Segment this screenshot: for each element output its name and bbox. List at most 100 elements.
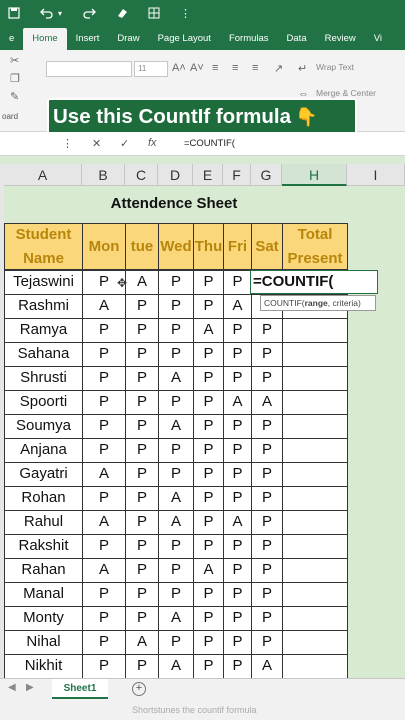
column-header-i[interactable]: I xyxy=(347,164,405,186)
table-row-name[interactable]: Soumya xyxy=(4,414,83,439)
prev-sheet-icon[interactable]: ◀ xyxy=(8,682,16,693)
table-cell-total[interactable] xyxy=(282,510,348,535)
merge-center-label[interactable]: Merge & Center xyxy=(316,88,376,98)
table-cell-sat[interactable]: P xyxy=(251,318,283,343)
table-cell-sat[interactable]: P xyxy=(251,630,283,655)
table-cell-thu[interactable]: A xyxy=(193,558,224,583)
table-cell-fri[interactable]: P xyxy=(223,438,252,463)
sheet-title[interactable]: Attendence Sheet xyxy=(4,188,344,220)
table-row-name[interactable]: Rakshit xyxy=(4,534,83,559)
table-cell-thu[interactable]: P xyxy=(193,606,224,631)
table-cell-fri[interactable]: P xyxy=(223,606,252,631)
tab-page-layout[interactable]: Page Layout xyxy=(149,28,220,50)
table-cell-total[interactable] xyxy=(282,462,348,487)
table-cell-total[interactable] xyxy=(282,558,348,583)
header-tue[interactable]: tue xyxy=(125,223,159,270)
table-cell-sat[interactable]: P xyxy=(251,582,283,607)
table-cell-sat[interactable]: P xyxy=(251,438,283,463)
table-cell-thu[interactable]: P xyxy=(193,390,224,415)
table-row-name[interactable]: Rahul xyxy=(4,510,83,535)
table-cell-tue[interactable]: P xyxy=(125,654,159,679)
column-header-b[interactable]: B xyxy=(82,164,125,186)
column-header-h[interactable]: H xyxy=(282,164,347,186)
table-row-name[interactable]: Shrusti xyxy=(4,366,83,391)
align-bottom-icon[interactable]: ≡ xyxy=(252,62,258,74)
table-cell-wed[interactable]: P xyxy=(158,534,194,559)
table-row-name[interactable]: Rashmi xyxy=(4,294,83,319)
table-cell-thu[interactable]: P xyxy=(193,486,224,511)
table-cell-thu[interactable]: A xyxy=(193,318,224,343)
cut-icon[interactable]: ✂ xyxy=(10,54,19,67)
sheet-tab-sheet1[interactable]: Sheet1 xyxy=(52,679,108,699)
table-cell-mon[interactable]: P xyxy=(82,390,126,415)
header-total-present[interactable]: Total Present xyxy=(282,223,348,270)
header-wed[interactable]: Wed xyxy=(158,223,194,270)
more-icon[interactable]: ⋮ xyxy=(180,7,191,20)
save-icon[interactable] xyxy=(8,7,20,19)
table-cell-wed[interactable]: P xyxy=(158,270,194,295)
table-cell-mon[interactable]: P xyxy=(82,630,126,655)
header-sat[interactable]: Sat xyxy=(251,223,283,270)
table-cell-tue[interactable]: P xyxy=(125,366,159,391)
table-cell-sat[interactable]: A xyxy=(251,390,283,415)
table-row-name[interactable]: Rohan xyxy=(4,486,83,511)
table-cell-fri[interactable]: A xyxy=(223,510,252,535)
table-cell-thu[interactable]: P xyxy=(193,630,224,655)
table-cell-wed[interactable]: A xyxy=(158,654,194,679)
table-cell-tue[interactable]: P xyxy=(125,318,159,343)
table-cell-total[interactable] xyxy=(282,534,348,559)
table-cell-total[interactable] xyxy=(282,438,348,463)
table-cell-total[interactable] xyxy=(282,414,348,439)
header-fri[interactable]: Fri xyxy=(223,223,252,270)
table-cell-mon[interactable]: P xyxy=(82,438,126,463)
table-cell-sat[interactable]: P xyxy=(251,558,283,583)
table-cell-wed[interactable]: P xyxy=(158,462,194,487)
table-cell-mon[interactable]: P xyxy=(82,606,126,631)
table-cell-thu[interactable]: P xyxy=(193,510,224,535)
tab-review[interactable]: Review xyxy=(316,28,365,50)
table-cell-tue[interactable]: P xyxy=(125,558,159,583)
formula-tooltip[interactable]: COUNTIF(range, criteria) xyxy=(260,295,376,311)
tab-home[interactable]: Home xyxy=(23,28,67,50)
table-cell-sat[interactable]: P xyxy=(251,462,283,487)
table-row-name[interactable]: Nihal xyxy=(4,630,83,655)
table-row-name[interactable]: Gayatri xyxy=(4,462,83,487)
formula-input[interactable]: =COUNTIF( xyxy=(184,138,235,149)
table-cell-tue[interactable]: P xyxy=(125,342,159,367)
table-cell-thu[interactable]: P xyxy=(193,582,224,607)
undo-icon[interactable] xyxy=(40,7,54,19)
table-row-name[interactable]: Tejaswini xyxy=(4,270,83,295)
font-name-box[interactable] xyxy=(46,61,132,77)
table-cell-wed[interactable]: P xyxy=(158,294,194,319)
table-cell-tue[interactable]: A xyxy=(125,270,159,295)
table-cell-sat[interactable]: A xyxy=(251,654,283,679)
column-header-d[interactable]: D xyxy=(158,164,193,186)
table-cell-mon[interactable]: P xyxy=(82,486,126,511)
table-cell-fri[interactable]: P xyxy=(223,534,252,559)
table-cell-sat[interactable]: P xyxy=(251,510,283,535)
table-cell-sat[interactable]: P xyxy=(251,342,283,367)
table-cell-fri[interactable]: P xyxy=(223,582,252,607)
table-cell-fri[interactable]: P xyxy=(223,342,252,367)
redo-icon[interactable] xyxy=(82,7,96,19)
wrap-text-label[interactable]: Wrap Text xyxy=(316,62,354,72)
table-cell-wed[interactable]: A xyxy=(158,414,194,439)
copy-icon[interactable]: ❐ xyxy=(10,72,20,85)
table-cell-fri[interactable]: P xyxy=(223,558,252,583)
table-cell-wed[interactable]: P xyxy=(158,558,194,583)
next-sheet-icon[interactable]: ▶ xyxy=(26,682,34,693)
table-cell-mon[interactable]: P xyxy=(82,654,126,679)
table-cell-fri[interactable]: P xyxy=(223,486,252,511)
table-cell-tue[interactable]: P xyxy=(125,606,159,631)
table-cell-thu[interactable]: P xyxy=(193,654,224,679)
table-cell-total[interactable] xyxy=(282,342,348,367)
table-cell-mon[interactable]: A xyxy=(82,294,126,319)
table-cell-mon[interactable]: P xyxy=(82,366,126,391)
table-cell-total[interactable] xyxy=(282,582,348,607)
table-cell-sat[interactable]: P xyxy=(251,366,283,391)
table-cell-tue[interactable]: P xyxy=(125,438,159,463)
orientation-icon[interactable]: ↗ xyxy=(274,62,283,75)
table-row-name[interactable]: Sahana xyxy=(4,342,83,367)
table-row-name[interactable]: Ramya xyxy=(4,318,83,343)
table-cell-wed[interactable]: P xyxy=(158,390,194,415)
